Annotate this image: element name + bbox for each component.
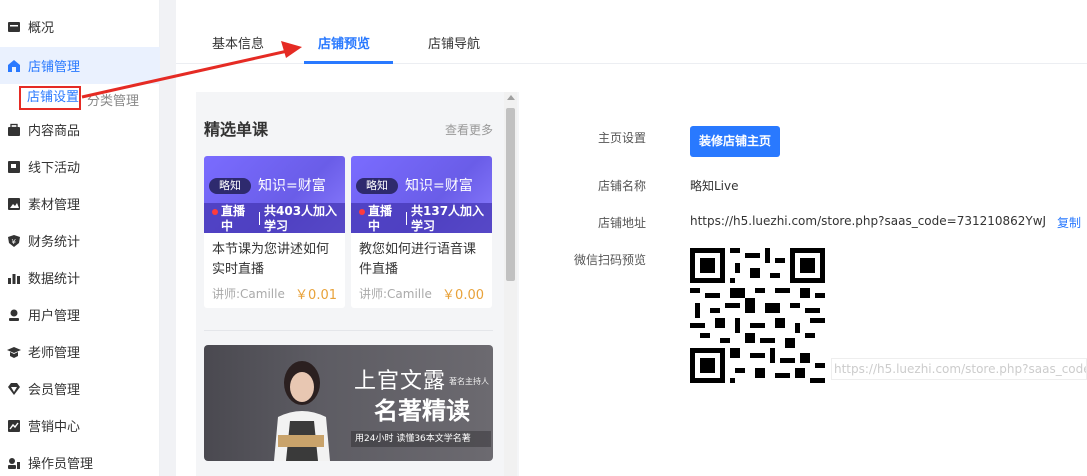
live-status-strip: 直播中 共137人加入学习 <box>351 203 492 233</box>
tab-bar: 基本信息 店铺预览 店铺导航 <box>176 0 1087 64</box>
tab-store-preview[interactable]: 店铺预览 <box>318 33 370 52</box>
sidebar-item-label: 线下活动 <box>28 161 81 176</box>
tab-store-nav[interactable]: 店铺导航 <box>428 33 480 52</box>
course-card-banner: 略知 知识=财富 直播中 共137人加入学习 <box>351 156 492 233</box>
promo-banner[interactable]: 上官文露 著名主持人 名著精读 用24小时 读懂36本文学名著 <box>204 345 493 461</box>
section-title: 精选单课 <box>204 120 269 139</box>
url-tooltip: https://h5.luezhi.com/store.php?saas_cod… <box>831 358 1087 380</box>
image-icon <box>7 197 21 211</box>
sidebar-item-users[interactable]: 用户管理 <box>0 296 160 333</box>
store-preview-panel[interactable]: 精选单课 查看更多 略知 知识=财富 直播中 共403人加入学习 本节课为您讲述… <box>196 92 519 476</box>
view-more-link[interactable]: 查看更多 <box>445 121 493 138</box>
sidebar-item-label: 内容商品 <box>28 124 81 139</box>
user-icon <box>7 308 21 322</box>
presenter-tag: 著名主持人 <box>449 377 489 386</box>
live-status: 直播中 <box>368 204 393 233</box>
store-address-label: 店铺地址 <box>597 216 646 230</box>
diamond-icon <box>7 382 21 396</box>
live-dot-icon <box>212 209 218 215</box>
live-status-strip: 直播中 共403人加入学习 <box>204 203 345 233</box>
course-card[interactable]: 略知 知识=财富 直播中 共403人加入学习 本节课为您讲述如何实时直播 讲师:… <box>204 156 345 308</box>
banner-title: 名著精读 <box>374 397 470 425</box>
sidebar-item-label: 操作员管理 <box>28 457 94 472</box>
sidebar-subitem-store-settings[interactable]: 店铺设置 <box>19 86 81 110</box>
qr-code-image <box>690 248 825 383</box>
shield-icon: ¥ <box>7 234 21 248</box>
section-divider <box>204 330 493 331</box>
sidebar-item-finance[interactable]: ¥ 财务统计 <box>0 222 160 259</box>
sidebar-item-label: 素材管理 <box>28 198 81 213</box>
sidebar-item-data[interactable]: 数据统计 <box>0 259 160 296</box>
sidebar-item-overview[interactable]: 概况 <box>0 8 160 45</box>
course-card[interactable]: 略知 知识=财富 直播中 共137人加入学习 教您如何进行语音课件直播 讲师:C… <box>351 156 492 308</box>
sidebar-item-label: 概况 <box>28 21 55 36</box>
bag-icon <box>7 123 21 137</box>
sidebar-item-label: 数据统计 <box>28 272 81 287</box>
divider <box>259 212 260 225</box>
course-teacher: 讲师:Camille <box>212 287 285 301</box>
sidebar-item-operators[interactable]: 操作员管理 <box>0 444 160 476</box>
scroll-thumb[interactable] <box>506 108 515 281</box>
sidebar-item-label: 营销中心 <box>28 420 81 435</box>
sidebar-item-teachers[interactable]: 老师管理 <box>0 333 160 370</box>
course-teacher: 讲师:Camille <box>359 287 432 301</box>
sidebar-subitem-category[interactable]: 分类管理 <box>87 90 139 109</box>
sidebar-item-label: 用户管理 <box>28 309 81 324</box>
sidebar-item-label: 会员管理 <box>28 383 81 398</box>
store-name-label: 店铺名称 <box>597 179 646 193</box>
sidebar-item-store[interactable]: 店铺管理 <box>0 47 160 84</box>
copy-button[interactable]: 复制 <box>1057 214 1081 231</box>
store-icon <box>7 59 21 73</box>
course-title: 教您如何进行语音课件直播 <box>359 242 477 277</box>
sidebar-item-materials[interactable]: 素材管理 <box>0 185 160 222</box>
live-status: 直播中 <box>221 204 246 233</box>
live-dot-icon <box>359 209 365 215</box>
active-tab-indicator <box>304 61 393 64</box>
banner-slogan: 知识=财富 <box>258 178 326 194</box>
sidebar-item-content[interactable]: 内容商品 <box>0 111 160 148</box>
course-title: 本节课为您讲述如何实时直播 <box>212 242 330 277</box>
banner-caption: 用24小时 读懂36本文学名著 <box>351 431 491 447</box>
sidebar-item-label: 店铺管理 <box>28 60 81 75</box>
brand-badge: 略知 <box>209 178 251 194</box>
store-address-value: https://h5.luezhi.com/store.php?saas_cod… <box>690 214 1047 228</box>
trend-icon <box>7 419 21 433</box>
sidebar-subnav: 店铺设置 分类管理 <box>0 84 160 112</box>
decorate-homepage-button[interactable]: 装修店铺主页 <box>690 126 780 157</box>
qr-preview-label: 微信扫码预览 <box>573 253 646 267</box>
course-price: ￥0.01 <box>295 288 337 303</box>
graduation-cap-icon <box>7 345 21 359</box>
join-count: 共403人加入学习 <box>264 204 338 233</box>
svg-text:¥: ¥ <box>12 238 17 246</box>
course-price: ￥0.00 <box>442 288 484 303</box>
app-root: 概况 店铺管理 店铺设置 分类管理 内容商品 线下活动 素材管理 ¥ 财务统计 … <box>0 0 1087 476</box>
sidebar: 概况 店铺管理 店铺设置 分类管理 内容商品 线下活动 素材管理 ¥ 财务统计 … <box>0 0 160 476</box>
store-name-value: 略知Live <box>690 179 739 193</box>
sidebar-item-label: 财务统计 <box>28 235 81 250</box>
course-card-banner: 略知 知识=财富 直播中 共403人加入学习 <box>204 156 345 233</box>
operator-icon <box>7 456 21 470</box>
banner-slogan: 知识=财富 <box>405 178 473 194</box>
preview-scrollbar[interactable] <box>504 92 517 476</box>
flag-icon <box>7 160 21 174</box>
homepage-label: 主页设置 <box>597 131 646 145</box>
scroll-up-icon[interactable] <box>507 95 515 100</box>
bar-chart-icon <box>7 271 21 285</box>
join-count: 共137人加入学习 <box>411 204 485 233</box>
main-content: 基本信息 店铺预览 店铺导航 精选单课 查看更多 略知 知识=财富 直播中 共4… <box>176 0 1087 476</box>
layout-gutter <box>160 0 176 476</box>
sidebar-item-label: 老师管理 <box>28 346 81 361</box>
brand-badge: 略知 <box>356 178 398 194</box>
sidebar-item-members[interactable]: 会员管理 <box>0 370 160 407</box>
sidebar-item-offline[interactable]: 线下活动 <box>0 148 160 185</box>
divider <box>406 212 407 225</box>
presenter-image <box>274 361 330 461</box>
sidebar-item-marketing[interactable]: 营销中心 <box>0 407 160 444</box>
tab-basic-info[interactable]: 基本信息 <box>212 33 264 52</box>
dashboard-icon <box>7 20 21 34</box>
